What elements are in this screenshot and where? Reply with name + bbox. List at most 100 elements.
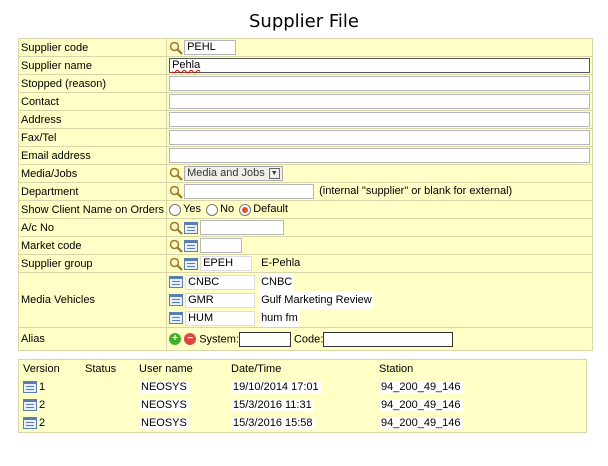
list-icon[interactable]: [23, 381, 37, 394]
supplier-group-label: Supplier group: [17, 254, 168, 273]
ac-no-input[interactable]: [200, 220, 285, 235]
version-table: Version Status User name Date/Time Stati…: [18, 359, 587, 433]
address-input[interactable]: [169, 112, 591, 127]
list-icon[interactable]: [169, 276, 184, 289]
row-ac-no: A/c No: [17, 218, 594, 237]
header-status: Status: [85, 363, 117, 375]
fax-tel-input[interactable]: [169, 130, 591, 145]
contact-input[interactable]: [169, 94, 591, 109]
list-icon[interactable]: [184, 221, 199, 234]
media-vehicle-row: CNBC CNBC: [169, 273, 590, 291]
alias-system-input[interactable]: [238, 331, 291, 347]
version-header-row: Version Status User name Date/Time Stati…: [19, 360, 587, 379]
list-icon[interactable]: [169, 312, 184, 325]
version-number: 1: [39, 380, 46, 393]
row-supplier-group: Supplier group EPEH E-Pehla: [17, 254, 594, 273]
header-datetime: Date/Time: [231, 363, 282, 375]
row-show-client: Show Client Name on Orders Yes No Defaul…: [17, 200, 594, 219]
email-label: Email address: [17, 146, 168, 165]
row-email: Email address: [17, 146, 594, 165]
row-supplier-code: Supplier code PEHL: [17, 38, 594, 57]
media-jobs-selected: Media and Jobs: [187, 167, 265, 179]
row-fax-tel: Fax/Tel: [17, 128, 594, 147]
supplier-name-label: Supplier name: [17, 56, 168, 75]
row-supplier-name: Supplier name Pehla: [17, 56, 594, 75]
media-vehicle-row: GMR Gulf Marketing Review: [169, 291, 590, 309]
radio-no-label: No: [220, 203, 235, 216]
version-datetime: 15/3/2016 15:58: [231, 417, 315, 429]
list-icon[interactable]: [184, 257, 199, 270]
supplier-group-name: E-Pehla: [261, 257, 301, 270]
media-vehicles-label: Media Vehicles: [17, 272, 168, 328]
email-input[interactable]: [169, 148, 591, 163]
remove-icon[interactable]: −: [184, 333, 197, 345]
row-stopped: Stopped (reason): [17, 74, 594, 93]
alias-label: Alias: [17, 327, 168, 351]
table-row[interactable]: 2 NEOSYS 15/3/2016 11:31 94_200_49_146: [19, 396, 587, 414]
version-datetime: 15/3/2016 11:31: [231, 399, 314, 411]
list-icon[interactable]: [184, 239, 199, 252]
media-vehicle-name: hum fm: [259, 309, 300, 327]
media-jobs-label: Media/Jobs: [17, 164, 168, 183]
supplier-form: Supplier code PEHL Supplier name Pehla S…: [17, 38, 594, 351]
magnifier-icon[interactable]: [169, 41, 183, 55]
row-contact: Contact: [17, 92, 594, 111]
version-station: 94_200_49_146: [379, 399, 463, 411]
market-code-label: Market code: [17, 236, 168, 255]
radio-no[interactable]: [206, 203, 219, 216]
row-media-jobs: Media/Jobs Media and Jobs ▼: [17, 164, 594, 183]
magnifier-icon[interactable]: [169, 239, 183, 253]
row-address: Address: [17, 110, 594, 129]
header-user: User name: [139, 363, 193, 375]
list-icon[interactable]: [23, 417, 37, 430]
list-icon[interactable]: [23, 399, 37, 412]
media-vehicle-code[interactable]: HUM: [185, 310, 256, 326]
supplier-code-label: Supplier code: [17, 38, 168, 57]
stopped-input[interactable]: [169, 76, 591, 91]
add-icon[interactable]: +: [169, 333, 182, 345]
row-media-vehicles: Media Vehicles CNBC CNBC GMR Gulf Marketin…: [17, 272, 594, 328]
version-datetime: 19/10/2014 17:01: [231, 381, 321, 393]
magnifier-icon[interactable]: [169, 167, 183, 181]
radio-default[interactable]: [239, 203, 252, 216]
version-number: 2: [39, 398, 46, 411]
row-alias: Alias + − System: Code:: [17, 327, 594, 351]
magnifier-icon[interactable]: [169, 221, 183, 235]
list-icon[interactable]: [169, 294, 184, 307]
supplier-name-input[interactable]: Pehla: [169, 58, 591, 73]
version-status: [81, 396, 135, 414]
supplier-group-code[interactable]: EPEH: [200, 256, 253, 271]
fax-tel-label: Fax/Tel: [17, 128, 168, 147]
supplier-code-input[interactable]: PEHL: [184, 40, 237, 55]
alias-code-label: Code:: [293, 332, 324, 345]
department-hint: (internal "supplier" or blank for extern…: [319, 185, 513, 198]
alias-code-input[interactable]: [323, 331, 454, 347]
row-department: Department (internal "supplier" or blank…: [17, 182, 594, 201]
radio-yes[interactable]: [169, 203, 182, 216]
version-station: 94_200_49_146: [379, 381, 463, 393]
media-vehicle-name: CNBC: [259, 273, 295, 291]
dropdown-arrow-icon[interactable]: ▼: [268, 167, 280, 179]
magnifier-icon[interactable]: [169, 185, 183, 199]
magnifier-icon[interactable]: [169, 257, 183, 271]
table-row[interactable]: 2 NEOSYS 15/3/2016 15:58 94_200_49_146: [19, 414, 587, 433]
version-status: [81, 378, 135, 396]
version-user: NEOSYS: [139, 381, 189, 393]
radio-yes-label: Yes: [183, 203, 202, 216]
ac-no-label: A/c No: [17, 218, 168, 237]
address-label: Address: [17, 110, 168, 129]
media-vehicle-code[interactable]: CNBC: [185, 274, 256, 290]
media-jobs-select[interactable]: Media and Jobs ▼: [184, 166, 283, 181]
show-client-label: Show Client Name on Orders: [17, 200, 168, 219]
table-row[interactable]: 1 NEOSYS 19/10/2014 17:01 94_200_49_146: [19, 378, 587, 396]
media-vehicle-row: HUM hum fm: [169, 309, 590, 327]
radio-default-label: Default: [253, 203, 289, 216]
market-code-input[interactable]: [200, 238, 243, 253]
media-vehicle-code[interactable]: GMR: [185, 292, 256, 308]
version-station: 94_200_49_146: [379, 417, 463, 429]
page-title: Supplier File: [248, 11, 359, 32]
alias-system-label: System:: [199, 332, 239, 345]
department-input[interactable]: [184, 184, 315, 199]
version-number: 2: [39, 416, 46, 429]
row-market-code: Market code: [17, 236, 594, 255]
